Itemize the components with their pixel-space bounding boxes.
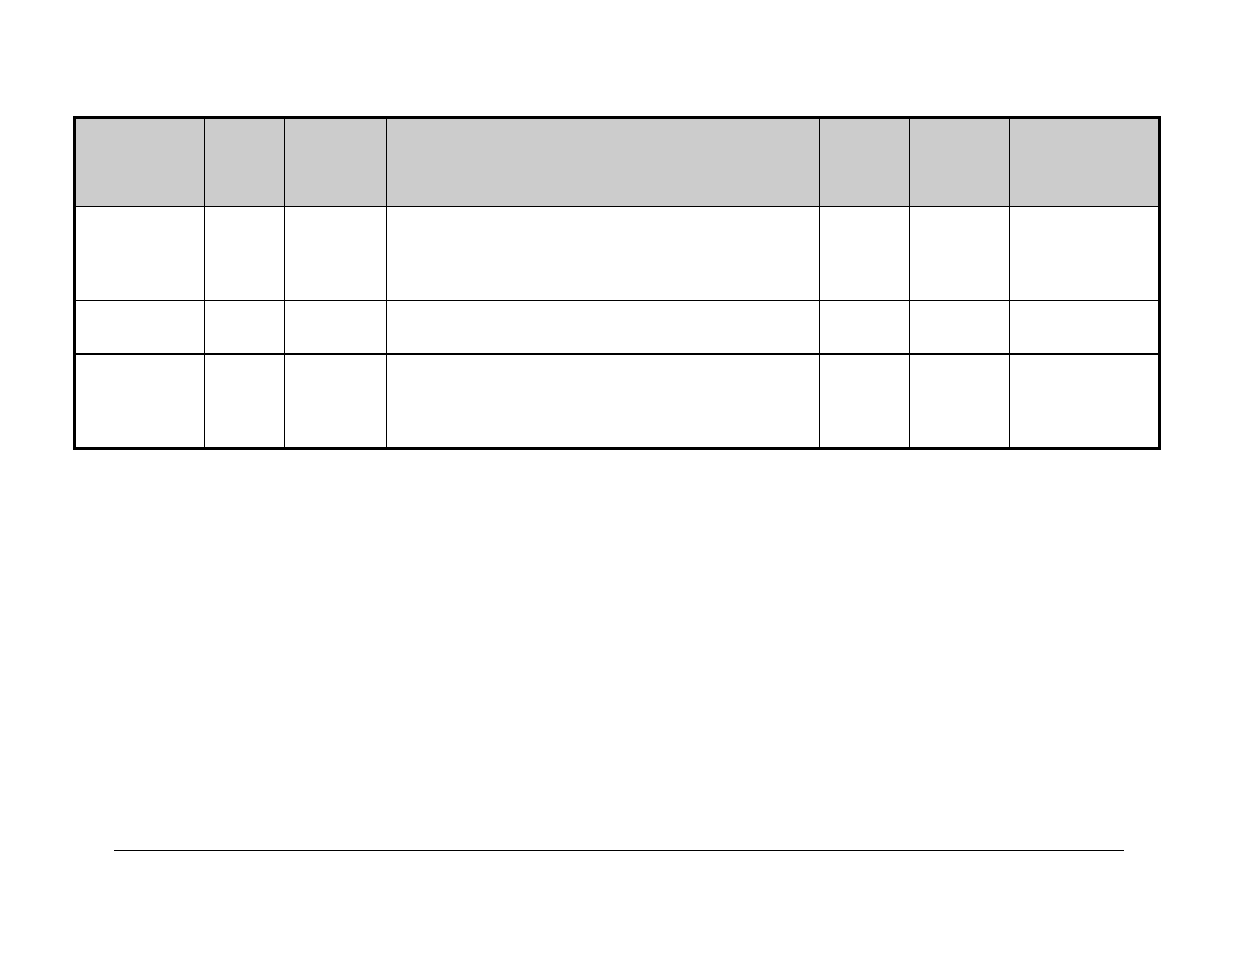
table-header-cell <box>285 119 387 207</box>
table-cell <box>76 354 205 448</box>
table-cell <box>910 207 1010 301</box>
table-header-cell <box>820 119 910 207</box>
table-cell <box>285 301 387 354</box>
footer-divider <box>114 850 1124 851</box>
table-cell <box>910 301 1010 354</box>
table-cell <box>910 354 1010 448</box>
table-header-cell <box>76 119 205 207</box>
table-row <box>76 207 1159 301</box>
table-cell <box>205 301 285 354</box>
table-cell <box>285 354 387 448</box>
table-header-cell <box>910 119 1010 207</box>
table-cell <box>285 207 387 301</box>
table-cell <box>1009 354 1158 448</box>
table-cell <box>820 207 910 301</box>
table-header-cell <box>205 119 285 207</box>
table-cell <box>76 207 205 301</box>
table-cell <box>820 354 910 448</box>
data-table <box>73 116 1161 450</box>
table-header-cell <box>386 119 820 207</box>
table-header-cell <box>1009 119 1158 207</box>
table-cell <box>386 354 820 448</box>
table-cell <box>820 301 910 354</box>
table-cell <box>1009 301 1158 354</box>
table-cell <box>205 207 285 301</box>
table-cell <box>76 301 205 354</box>
table-cell <box>386 207 820 301</box>
table-row <box>76 354 1159 448</box>
table-row <box>76 301 1159 354</box>
table-cell <box>386 301 820 354</box>
table-cell <box>205 354 285 448</box>
table-cell <box>1009 207 1158 301</box>
table-header-row <box>76 119 1159 207</box>
